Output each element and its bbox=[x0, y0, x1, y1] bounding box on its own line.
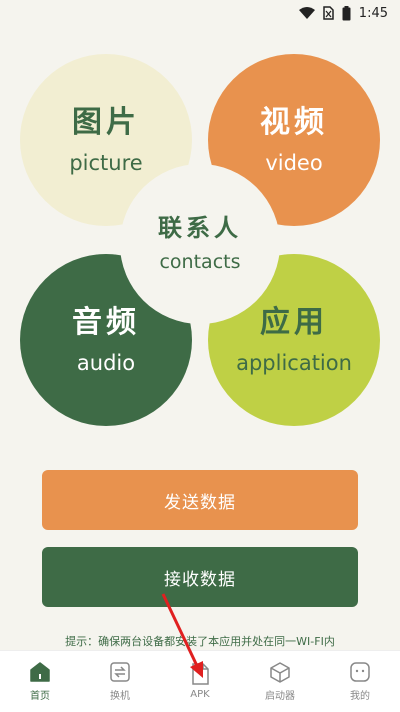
hint-text: 提示：确保两台设备都安装了本应用并处在同一WI-FI内 bbox=[65, 635, 335, 648]
tile-contacts-en: contacts bbox=[159, 251, 241, 274]
tab-launcher-label: 启动器 bbox=[265, 691, 295, 702]
wifi-icon bbox=[298, 6, 315, 19]
tab-home[interactable]: 首页 bbox=[0, 651, 80, 712]
tab-swap[interactable]: 换机 bbox=[80, 651, 160, 712]
tab-apk-label: APK bbox=[190, 689, 210, 700]
tab-launcher[interactable]: 启动器 bbox=[240, 651, 320, 712]
tile-video-cn: 视频 bbox=[260, 104, 328, 140]
tile-picture-en: picture bbox=[69, 150, 143, 175]
status-bar: 1:45 bbox=[0, 0, 400, 26]
swap-icon bbox=[110, 662, 130, 682]
tile-video-en: video bbox=[265, 150, 323, 175]
tile-audio-cn: 音频 bbox=[72, 304, 140, 340]
tile-contacts[interactable]: 联系人 contacts bbox=[120, 164, 280, 324]
tab-profile-label: 我的 bbox=[350, 691, 370, 702]
tile-contacts-cn: 联系人 bbox=[158, 213, 242, 242]
receive-data-button[interactable]: 接收数据 bbox=[42, 547, 358, 607]
home-icon bbox=[30, 662, 50, 682]
tile-audio-en: audio bbox=[76, 350, 136, 375]
no-sim-icon bbox=[323, 6, 334, 20]
tile-picture-cn: 图片 bbox=[72, 104, 140, 140]
tile-application-en: application bbox=[236, 350, 352, 375]
tab-home-label: 首页 bbox=[30, 691, 50, 702]
tab-profile[interactable]: 我的 bbox=[320, 651, 400, 712]
tile-application-cn: 应用 bbox=[260, 304, 328, 340]
send-data-button[interactable]: 发送数据 bbox=[42, 470, 358, 530]
tab-apk[interactable]: APK bbox=[160, 651, 240, 712]
launcher-box-icon bbox=[270, 662, 290, 683]
tab-swap-label: 换机 bbox=[110, 691, 130, 702]
profile-icon bbox=[350, 662, 370, 682]
battery-icon bbox=[342, 5, 351, 20]
apk-file-icon bbox=[192, 663, 209, 685]
clock: 1:45 bbox=[358, 5, 388, 21]
bottom-tab-bar: 首页 换机 APK 启动器 我的 bbox=[0, 650, 400, 712]
